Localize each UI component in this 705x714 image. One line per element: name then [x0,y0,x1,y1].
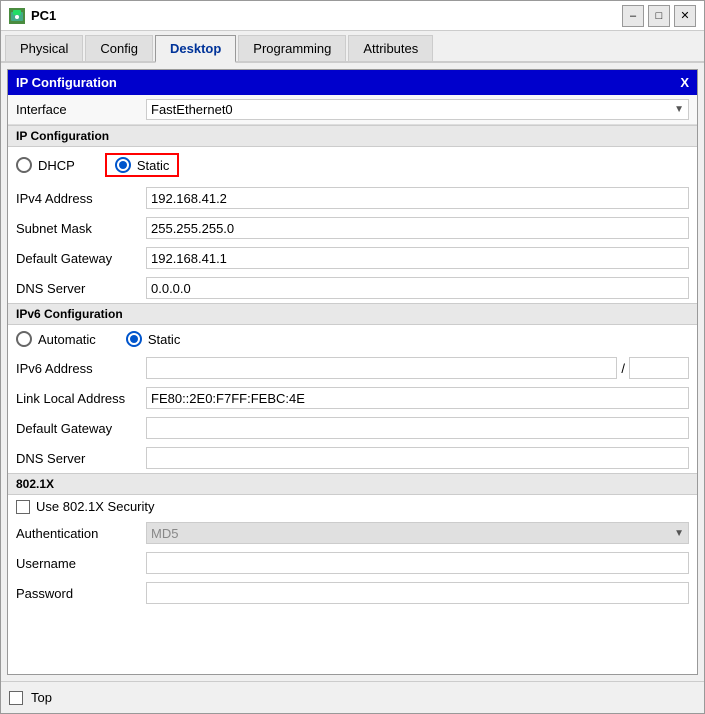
subnet-mask-label: Subnet Mask [16,221,146,236]
default-gateway-ipv4-label: Default Gateway [16,251,146,266]
panel-header: IP Configuration X [8,70,697,95]
auth-value: MD5 [151,526,178,541]
subnet-mask-input[interactable] [146,217,689,239]
top-checkbox[interactable] [9,691,23,705]
dns-server-ipv4-input[interactable] [146,277,689,299]
interface-select[interactable]: FastEthernet0 ▼ [146,99,689,120]
maximize-button[interactable]: □ [648,5,670,27]
dot1x-checkbox-label: Use 802.1X Security [36,499,155,514]
ipv6-slash: / [617,361,629,376]
link-local-input[interactable] [146,387,689,409]
auth-select[interactable]: MD5 ▼ [146,522,689,544]
tab-attributes[interactable]: Attributes [348,35,433,61]
password-label: Password [16,586,146,601]
dot1x-section-header: 802.1X [8,473,697,495]
link-local-address-row: Link Local Address [8,383,697,413]
ipv6-automatic-label: Automatic [38,332,96,347]
ipv6-address-label: IPv6 Address [16,361,146,376]
ip-config-panel: IP Configuration X Interface FastEtherne… [7,69,698,675]
tab-physical[interactable]: Physical [5,35,83,61]
window-title: PC1 [31,8,622,23]
window-controls: – □ ✕ [622,5,696,27]
auth-label: Authentication [16,526,146,541]
ipv6-address-input[interactable] [146,357,617,379]
link-local-label: Link Local Address [16,391,146,406]
tab-programming[interactable]: Programming [238,35,346,61]
ipv6-prefix-input[interactable] [629,357,689,379]
close-button[interactable]: ✕ [674,5,696,27]
username-row: Username [8,548,697,578]
ipv6-static-radio[interactable]: Static [126,331,181,347]
main-window: PC1 – □ ✕ Physical Config Desktop Progra… [0,0,705,714]
static-label: Static [137,158,170,173]
static-radio-box[interactable]: Static [105,153,180,177]
dns-server-ipv6-label: DNS Server [16,451,146,466]
default-gateway-ipv4-row: Default Gateway [8,243,697,273]
interface-value: FastEthernet0 [151,102,233,117]
ipv6-radio-group: Automatic Static [8,325,697,353]
dns-server-ipv4-row: DNS Server [8,273,697,303]
dns-server-ipv6-row: DNS Server [8,443,697,473]
ipv6-config-section-header: IPv6 Configuration [8,303,697,325]
default-gateway-ipv4-input[interactable] [146,247,689,269]
authentication-row: Authentication MD5 ▼ [8,518,697,548]
ipv4-address-input[interactable] [146,187,689,209]
tab-desktop[interactable]: Desktop [155,35,236,63]
tab-config[interactable]: Config [85,35,153,61]
password-row: Password [8,578,697,608]
ip-config-section-header: IP Configuration [8,125,697,147]
desktop-content: IP Configuration X Interface FastEtherne… [1,63,704,681]
username-input[interactable] [146,552,689,574]
dns-server-ipv6-input[interactable] [146,447,689,469]
ipv6-automatic-radio-circle [16,331,32,347]
top-label: Top [31,690,52,705]
ipv4-address-row: IPv4 Address [8,183,697,213]
subnet-mask-row: Subnet Mask [8,213,697,243]
dns-server-ipv4-label: DNS Server [16,281,146,296]
ipv4-address-label: IPv4 Address [16,191,146,206]
ipv6-address-row: IPv6 Address / [8,353,697,383]
dhcp-label: DHCP [38,158,75,173]
dot1x-checkbox-row: Use 802.1X Security [8,495,697,518]
interface-row: Interface FastEthernet0 ▼ [8,95,697,125]
ipv6-automatic-radio[interactable]: Automatic [16,331,96,347]
panel-title: IP Configuration [16,75,117,90]
ip-radio-group: DHCP Static [8,147,697,183]
interface-label: Interface [16,102,146,117]
panel-close-button[interactable]: X [680,75,689,90]
bottom-bar: Top [1,681,704,713]
password-input[interactable] [146,582,689,604]
window-icon [9,8,25,24]
ipv6-static-radio-circle [126,331,142,347]
dhcp-radio-circle [16,157,32,173]
panel-body: Interface FastEthernet0 ▼ IP Configurati… [8,95,697,674]
username-label: Username [16,556,146,571]
default-gateway-ipv6-input[interactable] [146,417,689,439]
interface-dropdown-arrow: ▼ [674,104,684,115]
title-bar: PC1 – □ ✕ [1,1,704,31]
default-gateway-ipv6-label: Default Gateway [16,421,146,436]
default-gateway-ipv6-row: Default Gateway [8,413,697,443]
dhcp-radio[interactable]: DHCP [16,157,75,173]
tab-bar: Physical Config Desktop Programming Attr… [1,31,704,63]
static-radio-circle [115,157,131,173]
dot1x-checkbox[interactable] [16,500,30,514]
minimize-button[interactable]: – [622,5,644,27]
auth-dropdown-arrow: ▼ [674,528,684,539]
ipv6-static-label: Static [148,332,181,347]
